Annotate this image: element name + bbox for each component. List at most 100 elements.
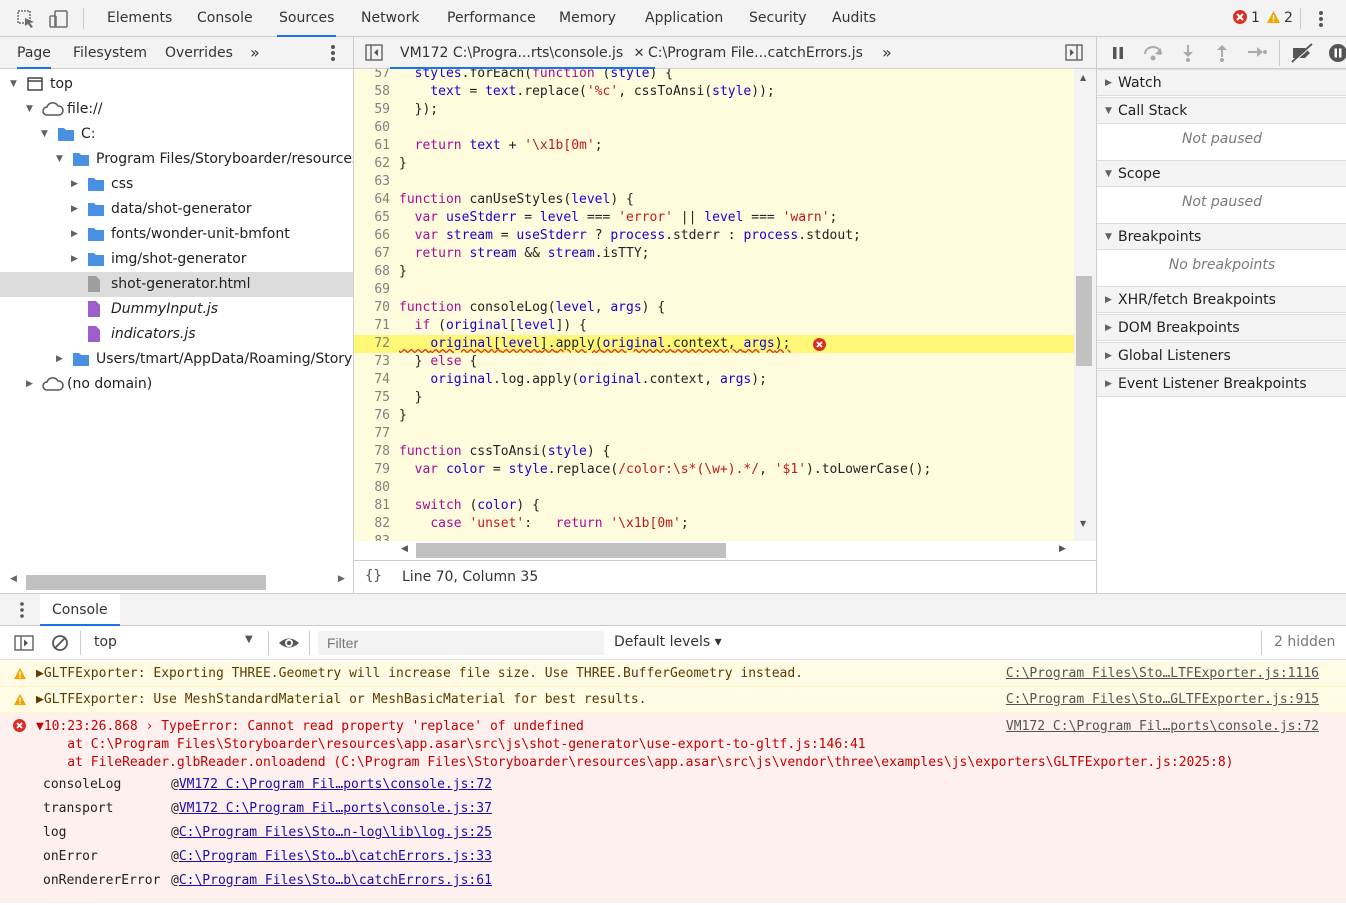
error-count[interactable]: 1: [1251, 10, 1260, 26]
code-line[interactable]: 69: [354, 281, 1074, 299]
context-selector[interactable]: top ▼: [87, 630, 260, 656]
collapsed-arrow-icon[interactable]: ▶: [71, 172, 81, 197]
tab-page[interactable]: Page: [17, 37, 51, 69]
line-number[interactable]: 76: [354, 407, 390, 425]
line-number[interactable]: 72: [354, 335, 390, 353]
tree-item[interactable]: ▼ top: [0, 72, 353, 97]
show-sidebar-icon[interactable]: [14, 635, 34, 651]
section-event-listener-breakpoints[interactable]: ▶ Event Listener Breakpoints: [1097, 370, 1346, 397]
section-global-listeners[interactable]: ▶ Global Listeners: [1097, 342, 1346, 369]
log-levels-dropdown[interactable]: Default levels ▾: [614, 634, 722, 650]
code-line[interactable]: 62}: [354, 155, 1074, 173]
code-line[interactable]: 65 var useStderr = level === 'error' || …: [354, 209, 1074, 227]
close-tab-icon[interactable]: ✕: [634, 46, 645, 61]
call-frame-row[interactable]: onError @C:\Program Files\Sto…b\catchErro…: [43, 845, 492, 869]
code-line[interactable]: 80: [354, 479, 1074, 497]
tab-security[interactable]: Security: [747, 0, 809, 37]
line-number[interactable]: 62: [354, 155, 390, 173]
console-error-block[interactable]: ▼10:23:26.868 › TypeError: Cannot read p…: [0, 713, 1346, 903]
section-watch[interactable]: ▶ Watch: [1097, 69, 1346, 96]
line-number[interactable]: 79: [354, 461, 390, 479]
source-link[interactable]: C:\Program Files\Sto…LTFExporter.js:1116: [1006, 661, 1319, 687]
frame-link[interactable]: C:\Program Files\Sto…b\catchErrors.js:61: [179, 873, 492, 888]
line-number[interactable]: 78: [354, 443, 390, 461]
code-line[interactable]: 73 } else {: [354, 353, 1074, 371]
pause-on-exceptions-icon[interactable]: [1328, 43, 1346, 63]
call-frame-row[interactable]: transport @VM172 C:\Program Fil…ports\con…: [43, 797, 492, 821]
line-number[interactable]: 65: [354, 209, 390, 227]
line-number[interactable]: 73: [354, 353, 390, 371]
code-line[interactable]: 71 if (original[level]) {: [354, 317, 1074, 335]
inspect-element-icon[interactable]: [15, 8, 37, 30]
tree-item[interactable]: DummyInput.js: [0, 297, 353, 322]
line-number[interactable]: 66: [354, 227, 390, 245]
line-number[interactable]: 58: [354, 83, 390, 101]
clear-console-icon[interactable]: [51, 634, 69, 652]
frame-link[interactable]: C:\Program Files\Sto…n-log\lib\log.js:25: [179, 825, 492, 840]
more-editor-tabs-icon[interactable]: »: [882, 37, 892, 69]
line-number[interactable]: 81: [354, 497, 390, 515]
code-line[interactable]: 76}: [354, 407, 1074, 425]
call-frame-row[interactable]: consoleLog @VM172 C:\Program Fil…ports\co…: [43, 773, 492, 797]
tab-overrides[interactable]: Overrides: [165, 37, 233, 69]
tab-network[interactable]: Network: [359, 0, 421, 37]
code-line[interactable]: 58 text = text.replace('%c', cssToAnsi(s…: [354, 83, 1074, 101]
console-warning-row[interactable]: ▶GLTFExporter: Use MeshStandardMaterial …: [0, 687, 1346, 713]
line-number[interactable]: 60: [354, 119, 390, 137]
tab-console[interactable]: Console: [195, 0, 255, 37]
tree-item[interactable]: ▶ Users/tmart/AppData/Roaming/Storyb: [0, 347, 353, 372]
code-line[interactable]: 79 var color = style.replace(/color:\s*(…: [354, 461, 1074, 479]
code-line[interactable]: 72 original[level].apply(original.contex…: [354, 335, 1074, 353]
section-scope[interactable]: ▼ Scope: [1097, 160, 1346, 187]
tab-memory[interactable]: Memory: [557, 0, 618, 37]
section-xhr-fetch-breakpoints[interactable]: ▶ XHR/fetch Breakpoints: [1097, 286, 1346, 313]
tree-item[interactable]: ▼ Program Files/Storyboarder/resources/: [0, 147, 353, 172]
code-line[interactable]: 57 styles.forEach(function (style) {: [354, 69, 1074, 83]
code-line[interactable]: 59 });: [354, 101, 1074, 119]
console-warning-row[interactable]: ▶GLTFExporter: Exporting THREE.Geometry …: [0, 661, 1346, 687]
code-line[interactable]: 63: [354, 173, 1074, 191]
expanded-arrow-icon[interactable]: ▼: [10, 72, 20, 97]
navigator-horizontal-scrollbar[interactable]: [26, 575, 266, 590]
navigator-menu-icon[interactable]: [327, 43, 339, 63]
tab-catcherrors-js[interactable]: C:\Program File...catchErrors.js: [648, 37, 863, 69]
collapsed-arrow-icon[interactable]: ▶: [26, 372, 36, 397]
call-frame-row[interactable]: onRendererError @C:\Program Files\Sto…b\c…: [43, 869, 492, 893]
line-number[interactable]: 83: [354, 533, 390, 541]
step-out-icon[interactable]: [1215, 44, 1229, 62]
line-number[interactable]: 64: [354, 191, 390, 209]
line-number[interactable]: 74: [354, 371, 390, 389]
step-over-icon[interactable]: [1142, 44, 1164, 62]
more-tabs-icon[interactable]: »: [250, 37, 260, 69]
pause-icon[interactable]: [1111, 46, 1125, 60]
section-breakpoints[interactable]: ▼ Breakpoints: [1097, 223, 1346, 250]
scroll-right-icon[interactable]: ▶: [338, 574, 346, 586]
tab-elements[interactable]: Elements: [105, 0, 174, 37]
tab-application[interactable]: Application: [643, 0, 725, 37]
error-source-link[interactable]: VM172 C:\Program Fil…ports\console.js:72: [1006, 718, 1319, 736]
toggle-navigator-icon[interactable]: [365, 44, 383, 61]
collapsed-arrow-icon[interactable]: ▶: [56, 347, 66, 372]
line-number[interactable]: 71: [354, 317, 390, 335]
tab-sources[interactable]: Sources: [277, 0, 337, 37]
expanded-arrow-icon[interactable]: ▼: [26, 97, 36, 122]
line-number[interactable]: 69: [354, 281, 390, 299]
collapsed-arrow-icon[interactable]: ▶: [71, 222, 81, 247]
tree-item[interactable]: ▶ data/shot-generator: [0, 197, 353, 222]
error-marker-icon[interactable]: [813, 338, 826, 351]
code-line[interactable]: 64 function canUseStyles(level) {: [354, 191, 1074, 209]
customize-menu-icon[interactable]: [1315, 9, 1327, 29]
line-number[interactable]: 67: [354, 245, 390, 263]
collapsed-arrow-icon[interactable]: ▶: [71, 247, 81, 272]
scroll-left-icon[interactable]: ◀: [10, 574, 18, 586]
device-toolbar-icon[interactable]: [48, 8, 70, 30]
warning-count[interactable]: 2: [1284, 10, 1293, 26]
code-line[interactable]: 68}: [354, 263, 1074, 281]
line-number[interactable]: 57: [354, 69, 390, 83]
deactivate-breakpoints-icon[interactable]: [1290, 43, 1314, 63]
line-number[interactable]: 68: [354, 263, 390, 281]
line-number[interactable]: 59: [354, 101, 390, 119]
line-number[interactable]: 75: [354, 389, 390, 407]
code-line[interactable]: 61 return text + '\x1b[0m';: [354, 137, 1074, 155]
tree-item[interactable]: ▼ file://: [0, 97, 353, 122]
